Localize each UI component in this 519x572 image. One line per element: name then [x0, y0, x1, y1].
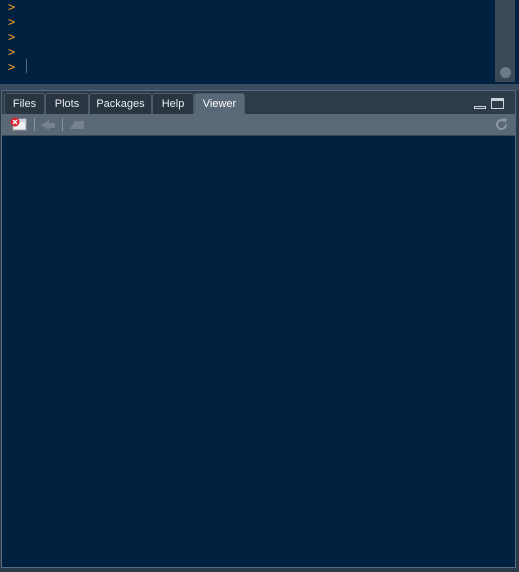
tab-bar: Files Plots Packages Help Viewer	[2, 91, 515, 115]
forward-arrow-icon[interactable]	[68, 117, 86, 132]
clear-viewer-icon[interactable]	[10, 117, 28, 132]
viewer-toolbar	[2, 114, 515, 136]
tab-packages[interactable]: Packages	[89, 93, 152, 114]
console-prompt: >	[8, 45, 16, 59]
minimize-icon[interactable]	[474, 106, 486, 109]
viewer-content[interactable]	[2, 136, 515, 567]
tab-viewer[interactable]: Viewer	[194, 93, 245, 114]
console-prompt: >	[8, 30, 16, 44]
toolbar-divider	[34, 118, 35, 131]
tab-help[interactable]: Help	[152, 93, 194, 114]
back-arrow-icon[interactable]	[40, 117, 56, 132]
console-pane[interactable]: > > > > >	[0, 0, 519, 85]
refresh-icon[interactable]	[494, 117, 509, 132]
text-cursor	[26, 59, 27, 73]
tab-files[interactable]: Files	[4, 93, 45, 114]
toolbar-divider	[62, 118, 63, 131]
viewer-pane: Files Plots Packages Help Viewer	[1, 90, 516, 568]
console-prompt: >	[8, 15, 16, 29]
console-prompt: >	[8, 60, 16, 74]
maximize-icon[interactable]	[491, 98, 504, 109]
tab-plots[interactable]: Plots	[45, 93, 89, 114]
console-prompt: >	[8, 0, 16, 14]
console-scrollbar-thumb[interactable]	[500, 67, 511, 78]
